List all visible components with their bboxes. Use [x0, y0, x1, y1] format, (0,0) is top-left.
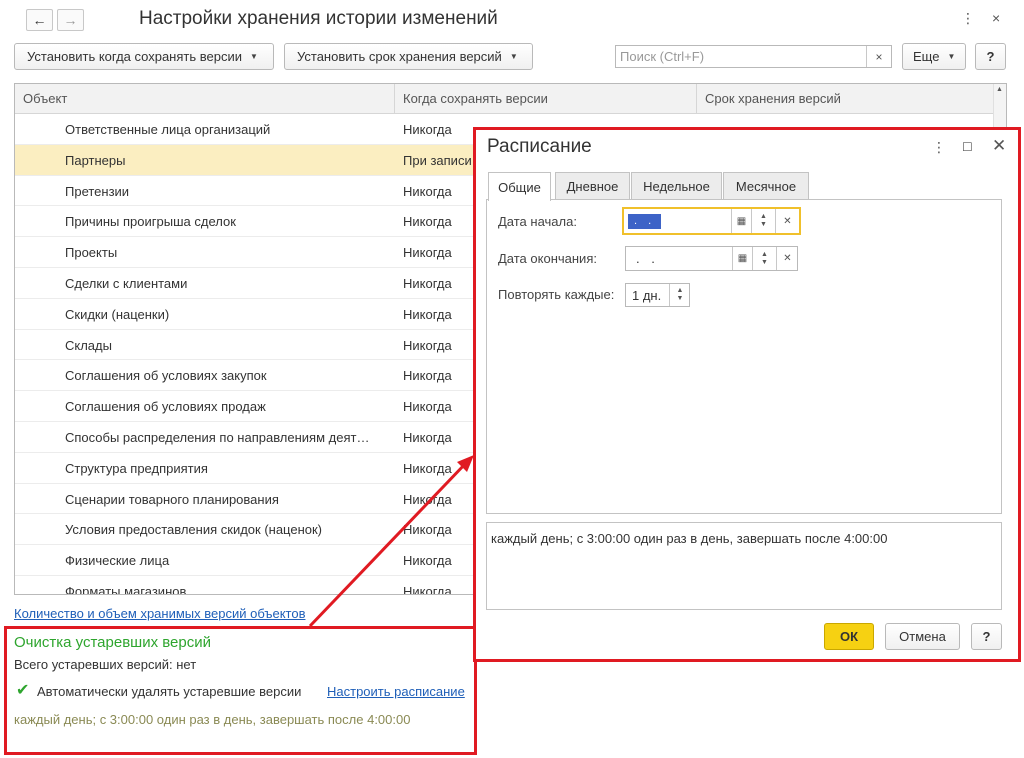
- versions-count-link[interactable]: Количество и объем хранимых версий объек…: [14, 606, 305, 621]
- cell-when: Никогда: [403, 522, 452, 538]
- cell-when: Никогда: [403, 275, 452, 291]
- cell-when: При записи: [403, 152, 472, 168]
- calendar-icon[interactable]: ▦: [732, 247, 752, 270]
- cell-when: Никогда: [403, 214, 452, 230]
- end-date-value: . .: [636, 251, 659, 266]
- tab-general[interactable]: Общие: [488, 172, 551, 201]
- maximize-icon[interactable]: ☐: [962, 140, 973, 154]
- start-date-label: Дата начала:: [498, 214, 577, 229]
- date-spinner[interactable]: ▲ ▼: [752, 247, 776, 270]
- checkmark-icon: ✔: [16, 682, 30, 699]
- end-date-label: Дата окончания:: [498, 251, 597, 266]
- cell-when: Никогда: [403, 583, 452, 595]
- tab-daily[interactable]: Дневное: [555, 172, 630, 200]
- date-spinner[interactable]: ▲ ▼: [751, 209, 775, 233]
- ok-button[interactable]: ОК: [824, 623, 874, 650]
- repeat-every-value: 1 дн.: [632, 287, 662, 303]
- calendar-icon[interactable]: ▦: [731, 209, 751, 233]
- cell-object: Структура предприятия: [65, 460, 208, 476]
- set-when-save-button[interactable]: Установить когда сохранять версии ▼: [14, 43, 274, 70]
- more-menu-icon[interactable]: ⋮: [961, 10, 975, 27]
- forward-button[interactable]: →: [57, 9, 84, 31]
- cell-object: Сделки с клиентами: [65, 275, 188, 291]
- chevron-down-icon: ▼: [249, 52, 258, 61]
- configure-schedule-link[interactable]: Настроить расписание: [327, 684, 465, 699]
- cell-object: Скидки (наценки): [65, 306, 170, 322]
- page-title: Настройки хранения истории изменений: [139, 8, 498, 29]
- cell-object: Склады: [65, 337, 112, 353]
- end-date-field[interactable]: . . ▦ ▲ ▼ ✕: [625, 246, 798, 271]
- clear-end-date-icon[interactable]: ✕: [776, 247, 798, 270]
- arrow-right-icon: →: [63, 12, 78, 28]
- close-icon[interactable]: ×: [992, 10, 1000, 26]
- more-button[interactable]: Еще ▼: [902, 43, 966, 70]
- cell-when: Никогда: [403, 337, 452, 353]
- repeat-every-label: Повторять каждые:: [498, 287, 615, 302]
- cell-object: Способы распределения по направлениям де…: [65, 429, 370, 445]
- cell-object: Причины проигрыша сделок: [65, 214, 236, 230]
- cell-object: Соглашения об условиях продаж: [65, 399, 266, 415]
- cell-when: Никогда: [403, 460, 452, 476]
- tab-monthly[interactable]: Месячное: [723, 172, 809, 200]
- scroll-up-icon[interactable]: ▲: [996, 86, 1003, 93]
- help-button[interactable]: ?: [975, 43, 1006, 70]
- clear-search-icon[interactable]: ×: [866, 46, 891, 67]
- clear-start-date-icon[interactable]: ✕: [775, 209, 799, 233]
- total-outdated-text: Всего устаревших версий: нет: [14, 657, 197, 672]
- column-header-object[interactable]: Объект: [15, 84, 395, 113]
- cell-when: Никогда: [403, 183, 452, 199]
- cell-object: Сценарии товарного планирования: [65, 491, 279, 507]
- set-when-save-label: Установить когда сохранять версии: [27, 49, 242, 64]
- cell-when: Никогда: [403, 491, 452, 507]
- arrow-left-icon: ←: [32, 12, 47, 28]
- cell-object: Партнеры: [65, 152, 126, 168]
- search-placeholder: Поиск (Ctrl+F): [620, 49, 705, 64]
- cell-object: Соглашения об условиях закупок: [65, 368, 267, 384]
- cell-when: Никогда: [403, 245, 452, 261]
- dialog-close-icon[interactable]: ✕: [992, 136, 1006, 156]
- cell-object: Проекты: [65, 245, 118, 261]
- cell-object: Ответственные лица организаций: [65, 122, 271, 137]
- cell-object: Претензии: [65, 183, 130, 199]
- schedule-description: каждый день; с 3:00:00 один раз в день, …: [486, 522, 1002, 610]
- cell-when: Никогда: [403, 553, 452, 569]
- set-retention-label: Установить срок хранения версий: [297, 49, 502, 64]
- more-label: Еще: [913, 49, 940, 64]
- start-date-value: . .: [628, 213, 662, 229]
- start-date-field[interactable]: . . ▦ ▲ ▼ ✕: [622, 207, 801, 235]
- set-retention-button[interactable]: Установить срок хранения версий ▼: [284, 43, 533, 70]
- column-header-retention[interactable]: Срок хранения версий: [697, 84, 996, 113]
- cleanup-heading: Очистка устаревших версий: [14, 634, 211, 651]
- cell-when: Никогда: [403, 429, 452, 445]
- auto-delete-label[interactable]: Автоматически удалять устаревшие версии: [37, 684, 301, 699]
- cell-when: Никогда: [403, 122, 452, 137]
- search-input[interactable]: Поиск (Ctrl+F) ×: [615, 45, 892, 68]
- cell-object: Физические лица: [65, 553, 170, 569]
- repeat-spinner[interactable]: ▲ ▼: [669, 284, 690, 306]
- chevron-down-icon: ▼: [947, 52, 956, 61]
- cell-object: Условия предоставления скидок (наценок): [65, 522, 323, 538]
- back-button[interactable]: ←: [26, 9, 53, 31]
- chevron-down-icon: ▼: [509, 52, 518, 61]
- table-header: Объект Когда сохранять версии Срок хране…: [15, 84, 994, 114]
- cell-when: Никогда: [403, 399, 452, 415]
- schedule-summary-text: каждый день; с 3:00:00 один раз в день, …: [14, 712, 411, 727]
- auto-delete-checkbox[interactable]: ✔: [16, 683, 32, 699]
- column-header-when[interactable]: Когда сохранять версии: [395, 84, 697, 113]
- tab-weekly[interactable]: Недельное: [631, 172, 722, 200]
- dialog-more-icon[interactable]: ⋮: [932, 139, 946, 156]
- cell-when: Никогда: [403, 368, 452, 384]
- repeat-every-field[interactable]: 1 дн. ▲ ▼: [625, 283, 690, 307]
- dialog-help-button[interactable]: ?: [971, 623, 1002, 650]
- dialog-title: Расписание: [487, 136, 592, 157]
- cell-when: Никогда: [403, 306, 452, 322]
- cancel-button[interactable]: Отмена: [885, 623, 960, 650]
- cell-object: Форматы магазинов: [65, 583, 187, 595]
